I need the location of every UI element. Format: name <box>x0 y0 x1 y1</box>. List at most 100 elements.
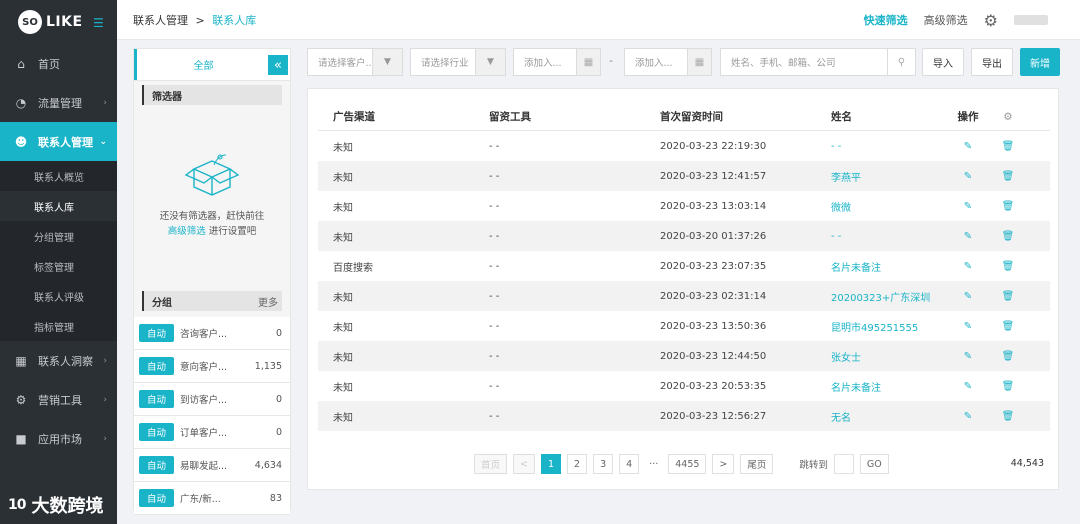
group-item[interactable]: 自动 易聊发起... 4,634 <box>134 449 290 482</box>
trash-icon[interactable]: 🗑︎ <box>988 411 1028 422</box>
import-button[interactable]: 导入 <box>922 48 964 76</box>
jump-page-input[interactable] <box>833 454 854 474</box>
sidebar-item-label: 首页 <box>38 57 60 71</box>
table-row: 未知 - - 2020-03-23 12:56:27 无名 ✎ 🗑︎ <box>318 401 1050 431</box>
trash-icon[interactable]: 🗑︎ <box>988 351 1028 362</box>
edit-icon[interactable]: ✎ <box>948 171 988 182</box>
date-from-input[interactable]: 添加入... ▦ <box>513 48 601 76</box>
search-placeholder: 姓名、手机、邮箱、公司 <box>731 58 836 69</box>
table-row: 未知 - - 2020-03-23 13:50:36 昆明市495251555 … <box>318 311 1050 341</box>
prev-page-button[interactable]: < <box>513 454 535 474</box>
cell-name[interactable]: 名片未备注 <box>831 259 948 274</box>
industry-select[interactable]: 请选择行业 ▼ <box>410 48 506 76</box>
cell-name[interactable]: 名片未备注 <box>831 379 948 394</box>
edit-icon[interactable]: ✎ <box>948 141 988 152</box>
group-item[interactable]: 自动 广东/新... 83 <box>134 482 290 515</box>
group-item[interactable]: 自动 意向客户... 1,135 <box>134 350 290 383</box>
edit-icon[interactable]: ✎ <box>948 201 988 212</box>
filter-section-label: 筛选器 <box>152 91 182 103</box>
page-button[interactable]: 2 <box>567 454 588 474</box>
last-page-number-button[interactable]: 4455 <box>668 454 707 474</box>
user-avatar[interactable] <box>1014 15 1048 25</box>
cell-name[interactable]: 20200323+广东深圳 <box>831 289 948 304</box>
advanced-filter-link[interactable]: 高级筛选 <box>924 12 968 28</box>
export-button[interactable]: 导出 <box>971 48 1013 76</box>
cell-tool: - - <box>489 140 500 152</box>
sidebar-subitem-tags[interactable]: 标签管理 <box>0 251 117 281</box>
go-button[interactable]: GO <box>859 454 889 474</box>
page-button[interactable]: 4 <box>619 454 640 474</box>
edit-icon[interactable]: ✎ <box>948 411 988 422</box>
edit-icon[interactable]: ✎ <box>948 381 988 392</box>
cell-name[interactable]: 李燕平 <box>831 169 948 184</box>
search-input[interactable]: 姓名、手机、邮箱、公司 ⚲ <box>720 48 916 76</box>
quick-filter-link[interactable]: 快速筛选 <box>864 12 908 28</box>
all-contacts-tab[interactable]: 全部 <box>134 49 290 80</box>
cell-tool: - - <box>489 200 500 212</box>
trash-icon[interactable]: 🗑︎ <box>988 141 1028 152</box>
new-button[interactable]: 新增 <box>1020 48 1060 76</box>
sidebar-subitem-rating[interactable]: 联系人评级 <box>0 281 117 311</box>
edit-icon[interactable]: ✎ <box>948 231 988 242</box>
logo-text: LIKE <box>46 14 83 30</box>
first-page-button[interactable]: 首页 <box>474 454 508 474</box>
cell-name[interactable]: 微微 <box>831 199 948 214</box>
edit-icon[interactable]: ✎ <box>948 291 988 302</box>
last-page-button[interactable]: 尾页 <box>740 454 774 474</box>
col-header-channel[interactable]: 广告渠道 <box>318 109 489 124</box>
sidebar-subitem-metrics[interactable]: 指标管理 <box>0 311 117 341</box>
sidebar-subitem-groups[interactable]: 分组管理 <box>0 221 117 251</box>
edit-icon[interactable]: ✎ <box>948 321 988 332</box>
cell-name[interactable]: - - <box>831 141 948 152</box>
sidebar-item-label: 营销工具 <box>38 393 82 407</box>
sidebar-item-home[interactable]: ⌂ 首页 <box>0 44 117 83</box>
sidebar-subitem-overview[interactable]: 联系人概览 <box>0 161 117 191</box>
advanced-filter-empty-link[interactable]: 高级筛选 <box>168 226 206 237</box>
cogs-icon: ⚙ <box>15 392 27 407</box>
sidebar-item-app-market[interactable]: ■ 应用市场 › <box>0 419 117 458</box>
col-header-tool[interactable]: 留资工具 <box>489 109 660 124</box>
customer-select[interactable]: 请选择客户... ▼ <box>307 48 403 76</box>
trash-icon[interactable]: 🗑︎ <box>988 381 1028 392</box>
group-more-link[interactable]: 更多 <box>258 294 278 309</box>
id-card-icon: ▦ <box>15 353 27 368</box>
sidebar-item-traffic[interactable]: ◔ 流量管理 › <box>0 83 117 122</box>
trash-icon[interactable]: 🗑︎ <box>988 291 1028 302</box>
sidebar-item-insight[interactable]: ▦ 联系人洞察 › <box>0 341 117 380</box>
gear-icon[interactable]: ⚙ <box>984 11 998 30</box>
cell-name[interactable]: 昆明市495251555 <box>831 319 948 334</box>
page-button[interactable]: 3 <box>593 454 614 474</box>
cell-name[interactable]: 无名 <box>831 409 948 424</box>
search-icon[interactable]: ⚲ <box>887 49 915 75</box>
column-settings-gear-icon[interactable]: ⚙ <box>988 111 1028 123</box>
trash-icon[interactable]: 🗑︎ <box>988 171 1028 182</box>
group-section-title: 分组 更多 <box>142 291 282 311</box>
cell-name[interactable]: - - <box>831 231 948 242</box>
group-item[interactable]: 自动 到访客户... 0 <box>134 383 290 416</box>
collapse-panel-icon[interactable]: « <box>268 55 288 75</box>
next-page-button[interactable]: > <box>712 454 735 474</box>
group-item[interactable]: 自动 咨询客户... 0 <box>134 317 290 350</box>
group-name: 订单客户... <box>180 428 228 439</box>
col-header-time[interactable]: 首次留资时间 <box>660 109 831 124</box>
trash-icon[interactable]: 🗑︎ <box>988 261 1028 272</box>
cell-tool: - - <box>489 410 500 422</box>
cell-name[interactable]: 张女士 <box>831 349 948 364</box>
sidebar-item-marketing[interactable]: ⚙ 营销工具 › <box>0 380 117 419</box>
sidebar-item-contacts[interactable]: ☻ 联系人管理 ⌄ <box>0 122 117 161</box>
edit-icon[interactable]: ✎ <box>948 351 988 362</box>
breadcrumb-parent[interactable]: 联系人管理 <box>133 14 188 27</box>
col-header-name[interactable]: 姓名 <box>831 109 948 124</box>
cell-tool: - - <box>489 380 500 392</box>
page-button[interactable]: 1 <box>540 454 562 474</box>
table-row: 未知 - - 2020-03-23 12:44:50 张女士 ✎ 🗑︎ <box>318 341 1050 371</box>
date-to-input[interactable]: 添加入... ▦ <box>624 48 712 76</box>
edit-icon[interactable]: ✎ <box>948 261 988 272</box>
trash-icon[interactable]: 🗑︎ <box>988 321 1028 332</box>
trash-icon[interactable]: 🗑︎ <box>988 231 1028 242</box>
cell-time: 2020-03-23 12:56:27 <box>660 410 767 422</box>
group-item[interactable]: 自动 订单客户... 0 <box>134 416 290 449</box>
trash-icon[interactable]: 🗑︎ <box>988 201 1028 212</box>
sidebar-subitem-contact-library[interactable]: 联系人库 <box>0 191 117 221</box>
menu-toggle-icon[interactable]: ☰ <box>93 16 104 30</box>
